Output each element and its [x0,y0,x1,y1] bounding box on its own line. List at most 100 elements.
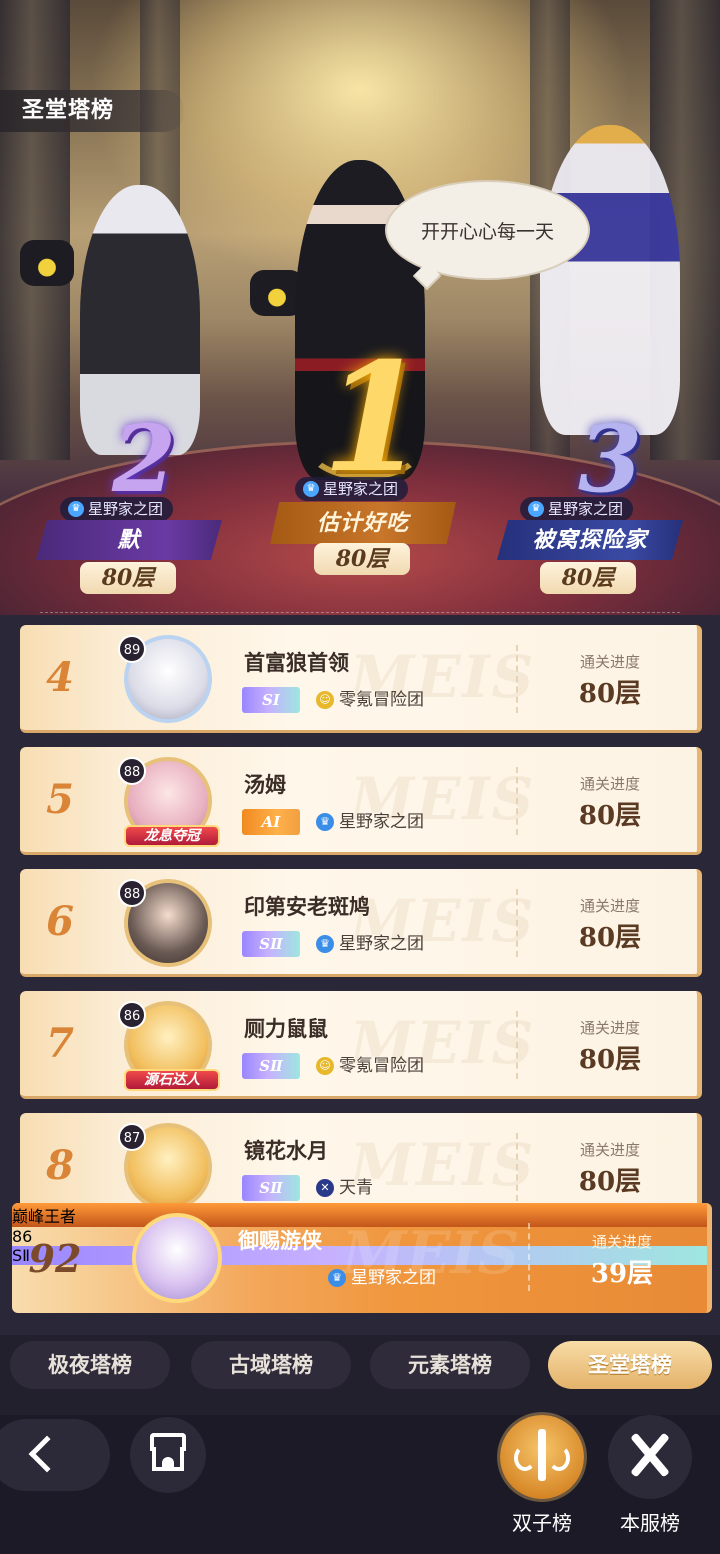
coin-icon: ☺ [316,691,334,709]
rank-number: 6 [46,898,74,945]
progress-label: 通关进度 [579,1019,640,1037]
podium-character-3[interactable] [540,125,680,435]
divider [40,612,680,613]
podium-name-3[interactable]: 被窝探险家 [497,520,683,560]
coin-icon: ☺ [316,1057,334,1075]
back-button[interactable] [0,1419,110,1491]
server-rank-button[interactable] [608,1415,692,1499]
avatar-frame-label: 龙息夺冠 [124,825,220,847]
speech-bubble: 开开心心每一天 [385,180,590,280]
player-name: 厕力鼠鼠 [244,1017,328,1041]
my-progress-value: 39层 [590,1259,654,1289]
level-badge: 89 [118,635,146,663]
separator [516,1011,518,1079]
podium-guild-2: ♛ 星野家之团 [60,497,174,521]
crown-icon: ♛ [316,935,334,953]
tower-tabs: 极夜塔榜 古域塔榜 元素塔榜 圣堂塔榜 [0,1335,720,1415]
rank-number: 5 [46,776,74,823]
rank-number: 7 [46,1020,74,1067]
tab-sanctuary[interactable]: 圣堂塔榜 [548,1341,712,1389]
my-rank-number: 92 [28,1235,82,1281]
guild: ✕ 天青 [316,1175,373,1201]
wing-icon [548,1445,570,1471]
bottom-bar: 双子榜 本服榜 [0,1415,720,1554]
player-name: 印第安老斑鸠 [244,895,370,919]
guild: ☺ 零氪冒险团 [316,1053,424,1079]
server-rank-label[interactable]: 本服榜 [600,1507,700,1536]
guild-name: 星野家之团 [351,1268,436,1288]
progress-label: 通关进度 [579,1141,640,1159]
guild-name: 天青 [339,1178,373,1198]
rank-row[interactable]: MEIS 4 89 首富狼首领 SⅠ ☺ 零氪冒险团 通关进度 80层 [20,625,702,733]
avatar-frame-label: 源石达人 [124,1069,220,1091]
podium-floor-1: 80层 [314,543,410,575]
progress-label: 通关进度 [579,897,640,915]
level-badge: 88 [118,757,146,785]
rank-number: 4 [46,654,74,701]
player-name: 首富狼首领 [244,651,349,675]
progress-label: 通关进度 [591,1233,652,1251]
podium-guild-3: ♛ 星野家之团 [520,497,634,521]
home-button[interactable] [130,1417,206,1493]
my-avatar[interactable] [132,1213,222,1303]
tier-badge: AⅠ [242,809,300,835]
player-name: 镜花水月 [244,1139,328,1163]
sword-icon [538,1429,546,1481]
tab-ancient-domain[interactable]: 古域塔榜 [191,1341,351,1389]
podium-name-1[interactable]: 估计好吃 [270,502,456,544]
back-arrow-icon [28,1435,66,1473]
page-title: 圣堂塔榜 [0,90,185,132]
crown-icon: ♛ [528,501,544,517]
guild: ☺ 零氪冒险团 [316,687,424,713]
progress-value: 80层 [578,1167,642,1197]
separator [516,889,518,957]
crown-icon: ♛ [303,481,319,497]
podium-floor-3: 80层 [540,562,636,594]
guild-name: 星野家之团 [548,500,624,518]
guild-name: 星野家之团 [339,934,424,954]
guild-name: 星野家之团 [339,812,424,832]
pillar-decoration [0,0,70,460]
tier-badge: SⅡ [242,1175,300,1201]
separator [516,645,518,713]
guild-name: 星野家之团 [88,500,164,518]
tab-element[interactable]: 元素塔榜 [370,1341,530,1389]
guild-name: 零氪冒险团 [339,690,424,710]
separator [528,1223,530,1291]
progress-value: 80层 [578,679,642,709]
tier-badge: SⅠ [242,687,300,713]
separator [516,767,518,835]
home-icon-door [162,1457,174,1471]
crown-icon: ♛ [328,1269,346,1287]
crown-icon: ♛ [68,501,84,517]
rank-row[interactable]: MEIS 6 88 印第安老斑鸠 SⅡ ♛ 星野家之团 通关进度 80层 [20,869,702,977]
guild-name: 星野家之团 [323,480,399,498]
drone-companion [20,240,74,286]
guild-name: 零氪冒险团 [339,1056,424,1076]
podium-name-2[interactable]: 默 [36,520,222,560]
tier-badge: SⅡ [242,1053,300,1079]
wing-icon [514,1445,536,1471]
my-rank-row[interactable]: MEIS 92 巅峰王者 86 御赐游侠 SⅡ ♛ 星野家之团 通关进度 39层 [12,1203,712,1313]
guild: ♛ 星野家之团 [316,809,424,835]
podium-guild-1: ♛ 星野家之团 [295,477,409,501]
level-badge: 88 [118,879,146,907]
progress-value: 80层 [578,801,642,831]
twin-rank-label[interactable]: 双子榜 [492,1507,592,1536]
rank-row[interactable]: MEIS 7 源石达人 86 厕力鼠鼠 SⅡ ☺ 零氪冒险团 通关进度 80层 [20,991,702,1099]
twin-rank-button[interactable] [500,1415,584,1499]
speech-bubble-text: 开开心心每一天 [420,220,554,243]
guild: ♛ 星野家之团 [328,1265,436,1291]
shield-icon: ✕ [316,1179,334,1197]
crown-icon: ♛ [316,813,334,831]
rank-row[interactable]: MEIS 5 龙息夺冠 88 汤姆 AⅠ ♛ 星野家之团 通关进度 80层 [20,747,702,855]
tab-polar-night[interactable]: 极夜塔榜 [10,1341,170,1389]
progress-value: 80层 [578,923,642,953]
podium-floor-2: 80层 [80,562,176,594]
player-name: 汤姆 [244,773,286,797]
level-badge: 86 [118,1001,146,1029]
progress-value: 80层 [578,1045,642,1075]
my-player-name: 御赐游侠 [238,1229,322,1253]
tier-badge: SⅡ [242,931,300,957]
separator [516,1133,518,1201]
